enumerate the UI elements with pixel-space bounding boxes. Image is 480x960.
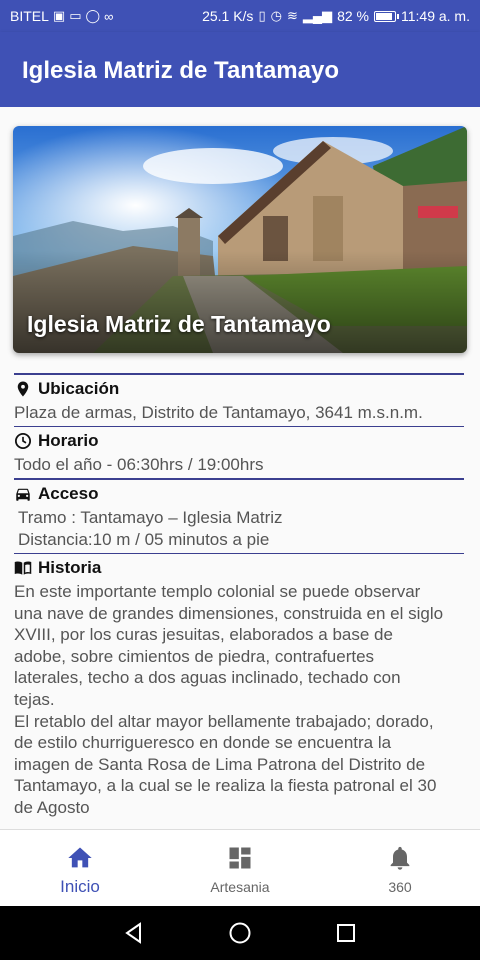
horario-label: Horario [38,431,99,450]
historia-label: Historia [38,558,102,577]
scroll-content[interactable]: Iglesia Matriz de Tantamayo Ubicación Pl… [0,107,480,829]
acceso-distance: Distancia:10 m / 05 minutos a pie [18,529,270,549]
nav-label-360: 360 [388,879,412,895]
book-icon [14,559,32,577]
nav-item-360[interactable]: 360 [320,830,480,907]
carrier-label: BITEL [10,8,49,24]
acceso-label: Acceso [38,483,99,503]
bell-icon [386,844,414,872]
recents-icon[interactable] [332,919,360,947]
acceso-route: Tramo : Tantamayo – Iglesia Matriz [18,507,283,527]
network-speed: 25.1 K/s [202,8,254,24]
hero-card[interactable]: Iglesia Matriz de Tantamayo [13,126,467,353]
app-bar: Iglesia Matriz de Tantamayo [0,32,480,107]
dashboard-icon [226,844,254,872]
historia-header: Historia [14,555,466,581]
divider [14,425,464,427]
signal-icon: ▂▄▆ [302,8,333,23]
whatsapp-icon: ◯ [85,8,101,23]
ubicacion-header: Ubicación [14,376,466,402]
status-left: BITEL ▣ ▭ ◯ ∞ [10,8,113,24]
historia-paragraph-1: En este importante templo colonial se pu… [14,582,444,709]
clock-icon [14,432,32,450]
voicemail-icon: ∞ [104,8,114,24]
home-icon [66,844,94,872]
location-pin-icon [14,380,32,398]
divider [14,478,464,480]
ubicacion-text: Plaza de armas, Distrito de Tantamayo, 3… [14,402,423,422]
status-bar: BITEL ▣ ▭ ◯ ∞ 25.1 K/s ▯ ◷ ≋ ▂▄▆ 82 % 11… [0,0,480,32]
app-title: Iglesia Matriz de Tantamayo [22,57,339,84]
historia-paragraph-2: El retablo del altar mayor bellamente tr… [14,711,437,817]
hero-title: Iglesia Matriz de Tantamayo [27,311,331,337]
status-right: 25.1 K/s ▯ ◷ ≋ ▂▄▆ 82 % 11:49 a. m. [202,8,470,24]
laptop-icon: ▭ [69,8,82,23]
acceso-header: Acceso [14,481,466,507]
clock: 11:49 a. m. [400,8,470,24]
info-sections: Ubicación Plaza de armas, Distrito de Ta… [14,373,466,819]
nav-label-inicio: Inicio [60,877,100,896]
alarm-icon: ◷ [270,8,282,23]
divider [14,373,464,375]
horario-header: Horario [14,428,466,454]
nav-item-inicio[interactable]: Inicio [0,830,160,907]
battery-percent: 82 % [337,8,369,24]
battery-icon [373,10,399,22]
divider [14,552,464,554]
nav-label-artesania: Artesania [210,879,270,895]
vibrate-icon: ▯ [258,8,266,23]
battery-level-fill [375,12,393,20]
bottom-navigation: Inicio Artesania 360 [0,829,480,906]
historia-text: En este importante templo colonial se pu… [14,581,444,819]
activity-icon: ▣ [52,8,66,23]
nav-item-artesania[interactable]: Artesania [160,830,320,907]
back-icon[interactable] [120,919,148,947]
system-navigation-bar [0,906,480,960]
car-icon [14,485,32,503]
wifi-icon: ≋ [286,8,298,23]
ubicacion-label: Ubicación [38,378,120,398]
home-circle-icon[interactable] [226,919,254,947]
horario-text: Todo el año - 06:30hrs / 19:00hrs [14,455,264,474]
